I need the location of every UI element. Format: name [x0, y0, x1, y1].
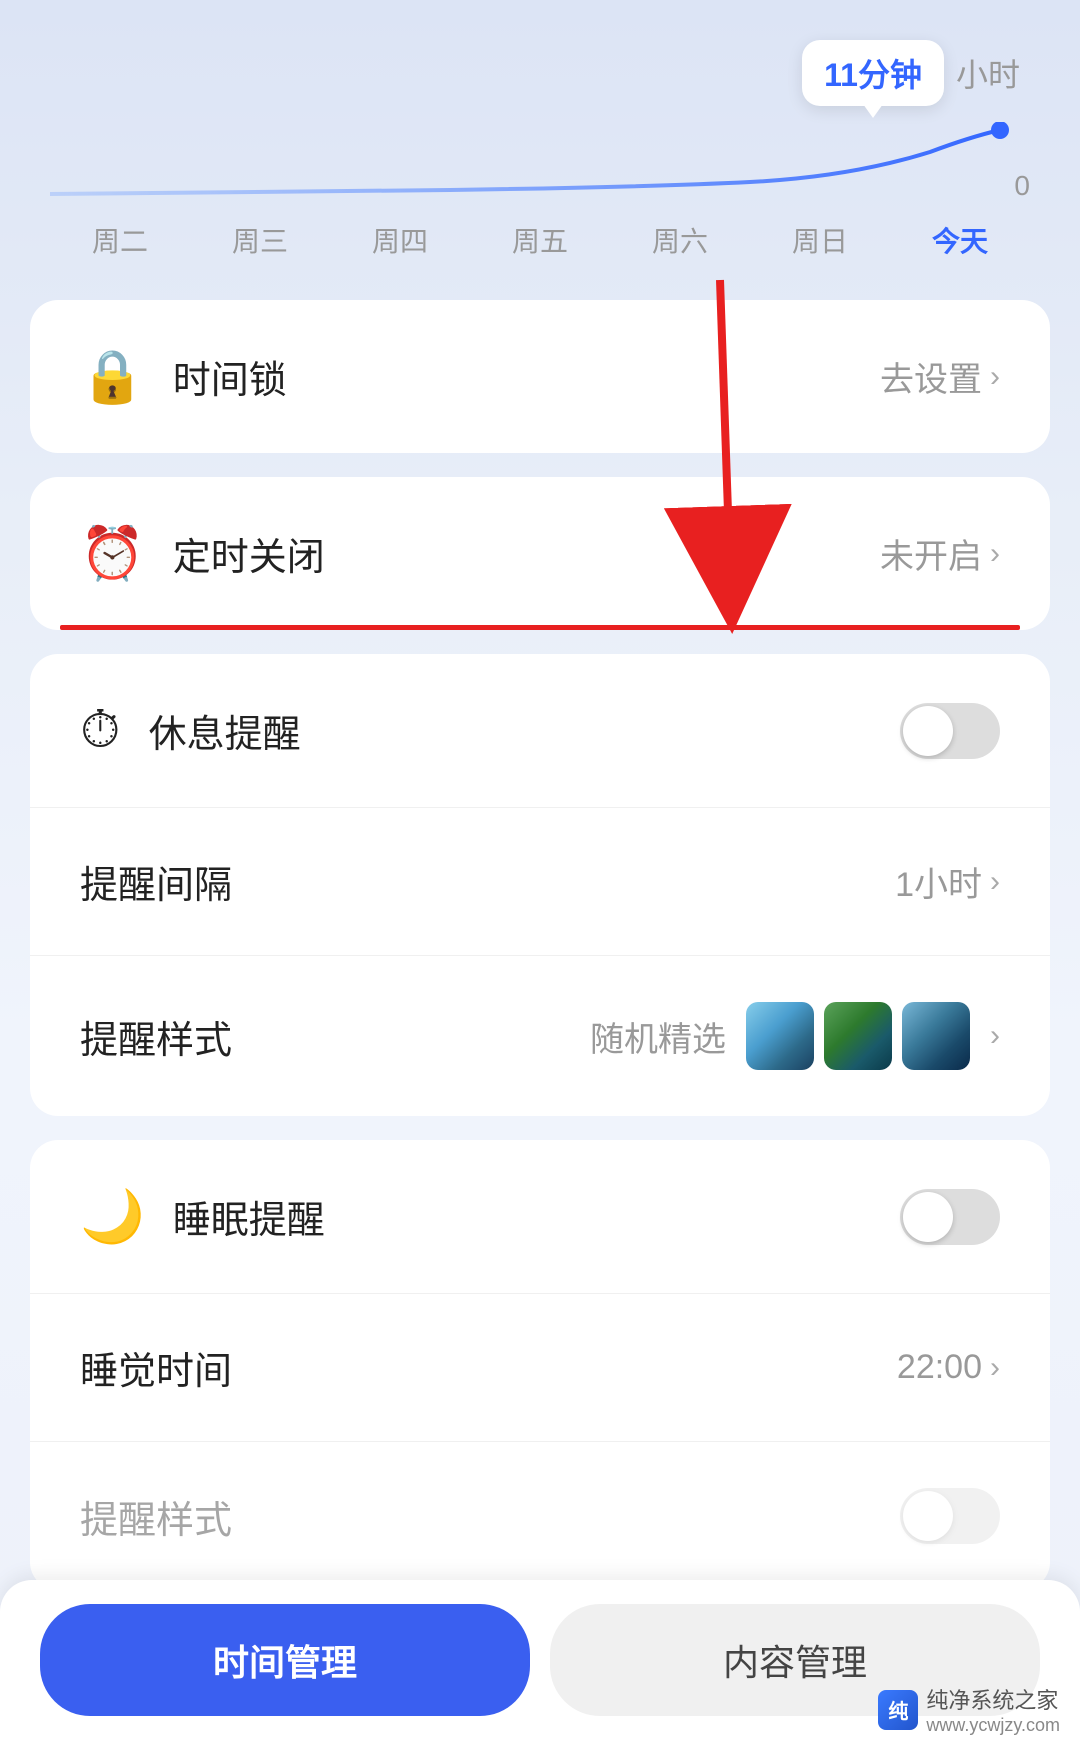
week-label-tue: 周二	[92, 220, 148, 260]
sleep-toggle-knob	[903, 1192, 953, 1242]
chart-line: 0	[50, 122, 1030, 202]
week-label-wed: 周三	[232, 220, 288, 260]
time-lock-action[interactable]: 去设置 ›	[880, 352, 1000, 401]
rest-interval-row[interactable]: 提醒间隔 1小时 ›	[30, 808, 1050, 956]
rest-style-row[interactable]: 提醒样式 随机精选 ›	[30, 956, 1050, 1116]
rest-interval-value[interactable]: 1小时 ›	[895, 857, 1000, 906]
thumb-2	[824, 1002, 892, 1070]
week-label-fri: 周五	[512, 220, 568, 260]
thumb-3	[902, 1002, 970, 1070]
sleep-reminder-label: 睡眠提醒	[173, 1189, 900, 1244]
time-lock-chevron: ›	[990, 360, 1000, 394]
zero-label: 0	[1014, 170, 1030, 202]
sleep-time-row[interactable]: 睡觉时间 22:00 ›	[30, 1294, 1050, 1442]
watermark-icon: 纯	[878, 1690, 918, 1730]
hour-label: 小时	[956, 50, 1020, 96]
time-bubble: 11分钟	[802, 40, 944, 106]
usage-chart-svg	[50, 122, 1030, 202]
red-underline	[60, 625, 1020, 630]
week-label-sat: 周六	[652, 220, 708, 260]
thumbnails	[746, 1002, 970, 1070]
sleep-style-row[interactable]: 提醒样式	[30, 1442, 1050, 1590]
thumb-1	[746, 1002, 814, 1070]
chart-area: 11分钟 小时 0 周二 周三 周四 周五 周六 周日 今天	[0, 0, 1080, 300]
rest-reminder-label: 休息提醒	[149, 703, 900, 758]
time-lock-card: 🔒 时间锁 去设置 ›	[30, 300, 1050, 453]
watermark-text: 纯净系统之家 www.ycwjzy.com	[926, 1683, 1060, 1736]
timer-off-card: ⏰ 定时关闭 未开启 ›	[30, 477, 1050, 630]
rest-reminder-toggle[interactable]	[900, 703, 1000, 759]
chart-header: 11分钟 小时	[50, 40, 1030, 106]
toggle-knob	[903, 706, 953, 756]
time-lock-icon: 🔒	[80, 346, 145, 407]
sleep-time-value[interactable]: 22:00 ›	[897, 1348, 1000, 1387]
sleep-reminder-icon: 🌙	[80, 1186, 145, 1247]
week-labels: 周二 周三 周四 周五 周六 周日 今天	[50, 210, 1030, 300]
sleep-time-chevron: ›	[990, 1351, 1000, 1385]
timer-off-icon: ⏰	[80, 523, 145, 584]
sleep-style-knob	[903, 1491, 953, 1541]
timer-off-row[interactable]: ⏰ 定时关闭 未开启 ›	[30, 477, 1050, 630]
rest-interval-label: 提醒间隔	[80, 854, 895, 909]
timer-off-chevron: ›	[990, 537, 1000, 571]
time-mgmt-button[interactable]: 时间管理	[40, 1604, 530, 1716]
cards-area: 🔒 时间锁 去设置 › ⏰ 定时关闭 未开启 › ⏱ 休息提醒	[0, 300, 1080, 1590]
rest-reminder-icon: ⏱	[80, 700, 121, 761]
rest-style-value[interactable]: 随机精选 ›	[590, 1002, 1000, 1070]
week-label-today: 今天	[932, 220, 988, 260]
week-label-sun: 周日	[792, 220, 848, 260]
week-label-thu: 周四	[372, 220, 428, 260]
rest-reminder-header-row[interactable]: ⏱ 休息提醒	[30, 654, 1050, 808]
rest-reminder-card: ⏱ 休息提醒 提醒间隔 1小时 › 提醒样式 随机精选	[30, 654, 1050, 1116]
time-lock-label: 时间锁	[173, 349, 880, 404]
sleep-time-label: 睡觉时间	[80, 1340, 897, 1395]
sleep-style-label: 提醒样式	[80, 1489, 900, 1544]
sleep-reminder-toggle[interactable]	[900, 1189, 1000, 1245]
timer-off-status[interactable]: 未开启 ›	[880, 529, 1000, 578]
rest-style-chevron: ›	[990, 1019, 1000, 1053]
watermark: 纯 纯净系统之家 www.ycwjzy.com	[878, 1683, 1060, 1736]
time-lock-row[interactable]: 🔒 时间锁 去设置 ›	[30, 300, 1050, 453]
sleep-reminder-card: 🌙 睡眠提醒 睡觉时间 22:00 › 提醒样式	[30, 1140, 1050, 1590]
sleep-style-toggle[interactable]	[900, 1488, 1000, 1544]
timer-off-label: 定时关闭	[173, 526, 880, 581]
rest-style-label: 提醒样式	[80, 1009, 590, 1064]
rest-interval-chevron: ›	[990, 865, 1000, 899]
sleep-reminder-header-row[interactable]: 🌙 睡眠提醒	[30, 1140, 1050, 1294]
